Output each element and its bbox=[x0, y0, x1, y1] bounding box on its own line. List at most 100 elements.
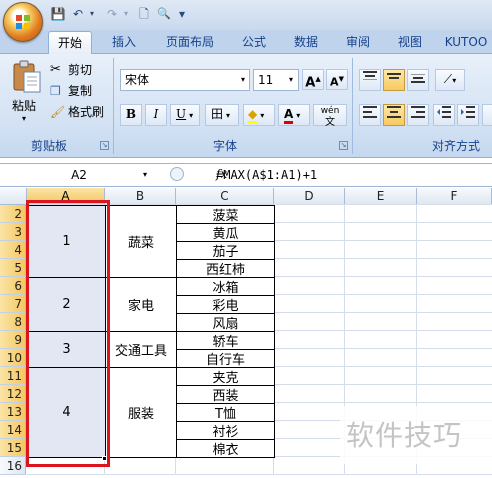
font-launcher-icon[interactable]: ↘ bbox=[339, 141, 348, 150]
cell-c-item[interactable]: 衬衫 bbox=[176, 421, 275, 440]
copy-icon: ❐ bbox=[50, 84, 61, 98]
font-name-value: 宋体 bbox=[125, 73, 150, 87]
underline-icon: U bbox=[176, 107, 187, 121]
column-header-e[interactable]: E bbox=[345, 188, 417, 205]
row-header-11[interactable]: 11 bbox=[0, 367, 26, 385]
cell-c-item[interactable]: 茄子 bbox=[176, 241, 275, 260]
shrink-font-button[interactable]: A▼ bbox=[326, 69, 348, 90]
align-right-icon bbox=[411, 106, 425, 118]
redo-icon[interactable]: ↷ bbox=[104, 5, 120, 23]
row-header-13[interactable]: 13 bbox=[0, 403, 26, 421]
cell-b-category[interactable]: 蔬菜 bbox=[105, 205, 177, 278]
column-header-c[interactable]: C bbox=[176, 188, 274, 205]
tab-review[interactable]: 审阅 bbox=[336, 31, 380, 54]
copy-button[interactable]: ❐ 复制 bbox=[50, 83, 106, 100]
row-header-8[interactable]: 8 bbox=[0, 313, 26, 331]
row-header-14[interactable]: 14 bbox=[0, 421, 26, 439]
grow-font-button[interactable]: A▲ bbox=[302, 69, 324, 90]
fill-handle[interactable] bbox=[102, 456, 107, 461]
name-box[interactable]: A2 bbox=[0, 166, 158, 184]
paste-dropdown-icon: ▾ bbox=[22, 114, 27, 123]
increase-indent-icon bbox=[461, 106, 475, 118]
cell-c-item[interactable]: 菠菜 bbox=[176, 205, 275, 224]
cell-c-item[interactable]: 冰箱 bbox=[176, 277, 275, 296]
row-header-5[interactable]: 5 bbox=[0, 259, 26, 277]
cell-b-category[interactable]: 服装 bbox=[105, 367, 177, 458]
customize-qat-icon[interactable]: ▾ bbox=[176, 5, 188, 23]
row-header-16[interactable]: 16 bbox=[0, 457, 26, 475]
select-all-corner[interactable] bbox=[0, 188, 27, 205]
font-color-button[interactable]: A ▾ bbox=[278, 104, 310, 126]
tab-home[interactable]: 开始 bbox=[48, 31, 92, 54]
undo-dropdown-icon[interactable]: ▾ bbox=[86, 5, 98, 23]
cell-c-item[interactable]: T恤 bbox=[176, 403, 275, 422]
align-center-button[interactable] bbox=[383, 104, 405, 126]
tab-insert[interactable]: 插入 bbox=[102, 31, 146, 54]
cell-b-category[interactable]: 交通工具 bbox=[105, 331, 177, 368]
cell-c-item[interactable]: 风扇 bbox=[176, 313, 275, 332]
paste-icon bbox=[13, 60, 41, 93]
phonetic-icon: wén bbox=[320, 106, 340, 116]
cell-c-item[interactable]: 轿车 bbox=[176, 331, 275, 350]
align-bottom-button[interactable] bbox=[407, 69, 429, 91]
row-header-2[interactable]: 2 bbox=[0, 205, 26, 223]
redo-dropdown-icon[interactable]: ▾ bbox=[120, 5, 132, 23]
formula-input[interactable]: =MAX(A$1:A1)+1 bbox=[216, 166, 317, 184]
cell-b-category[interactable]: 家电 bbox=[105, 277, 177, 332]
row-header-12[interactable]: 12 bbox=[0, 385, 26, 403]
cell-c-item[interactable]: 自行车 bbox=[176, 349, 275, 368]
row-header-15[interactable]: 15 bbox=[0, 439, 26, 457]
cell-c-item[interactable]: 西红柿 bbox=[176, 259, 275, 278]
italic-button[interactable]: I bbox=[145, 104, 167, 126]
row-header-10[interactable]: 10 bbox=[0, 349, 26, 367]
row-header-9[interactable]: 9 bbox=[0, 331, 26, 349]
cell-c-item[interactable]: 黄瓜 bbox=[176, 223, 275, 242]
cell-c-item[interactable]: 彩电 bbox=[176, 295, 275, 314]
tab-formulas[interactable]: 公式 bbox=[232, 31, 276, 54]
cell-c-item[interactable]: 棉衣 bbox=[176, 439, 275, 458]
save-icon[interactable]: 💾 bbox=[50, 5, 66, 23]
align-right-button[interactable] bbox=[407, 104, 429, 126]
phonetic-button[interactable]: wén 文 bbox=[313, 104, 347, 128]
bold-button[interactable]: B bbox=[120, 104, 142, 126]
underline-button[interactable]: U ▾ bbox=[170, 104, 200, 126]
format-painter-label: 格式刷 bbox=[68, 105, 105, 119]
row-header-6[interactable]: 6 bbox=[0, 277, 26, 295]
cell-c-item[interactable]: 夹克 bbox=[176, 367, 275, 386]
name-box-dropdown-icon[interactable]: ▾ bbox=[143, 168, 147, 182]
border-button[interactable]: 田 ▾ bbox=[205, 104, 239, 126]
format-painter-icon: 🖌 bbox=[50, 105, 66, 119]
tab-data[interactable]: 数据 bbox=[284, 31, 328, 54]
wrap-text-button[interactable] bbox=[482, 104, 492, 126]
print-preview-icon[interactable]: 🔍 bbox=[156, 5, 172, 23]
font-name-select[interactable]: 宋体 ▾ bbox=[120, 69, 250, 91]
new-document-icon[interactable]: 🗋 bbox=[136, 5, 152, 23]
increase-indent-button[interactable] bbox=[457, 104, 479, 126]
column-header-d[interactable]: D bbox=[274, 188, 345, 205]
tab-view[interactable]: 视图 bbox=[388, 31, 432, 54]
cell-c-item[interactable]: 西装 bbox=[176, 385, 275, 404]
text-orientation-icon: ⟋ bbox=[443, 72, 453, 86]
clipboard-launcher-icon[interactable]: ↘ bbox=[100, 141, 109, 150]
orientation-button[interactable]: ⟋▾ bbox=[435, 69, 465, 91]
paste-button[interactable]: 粘贴 ▾ bbox=[8, 60, 44, 123]
column-header-f[interactable]: F bbox=[417, 188, 492, 205]
cut-button[interactable]: ✂ 剪切 bbox=[50, 62, 106, 79]
align-left-button[interactable] bbox=[359, 104, 381, 126]
tab-kutoo[interactable]: KUTOO bbox=[440, 31, 492, 54]
row-header-4[interactable]: 4 bbox=[0, 241, 26, 259]
undo-icon[interactable]: ↶ bbox=[70, 5, 86, 23]
tab-page-layout[interactable]: 页面布局 bbox=[156, 31, 224, 54]
format-painter-button[interactable]: 🖌 格式刷 bbox=[50, 104, 106, 121]
font-size-select[interactable]: 11 ▾ bbox=[253, 69, 299, 91]
align-top-button[interactable] bbox=[359, 69, 381, 91]
row-header-7[interactable]: 7 bbox=[0, 295, 26, 313]
row-header-3[interactable]: 3 bbox=[0, 223, 26, 241]
decrease-indent-button[interactable] bbox=[433, 104, 455, 126]
group-divider bbox=[113, 58, 114, 154]
font-group-label: 字体 bbox=[212, 139, 237, 153]
column-header-b[interactable]: B bbox=[105, 188, 176, 205]
align-middle-button[interactable] bbox=[383, 69, 405, 91]
fill-color-button[interactable]: ◆ ▾ bbox=[243, 104, 275, 126]
office-button[interactable] bbox=[3, 2, 43, 42]
